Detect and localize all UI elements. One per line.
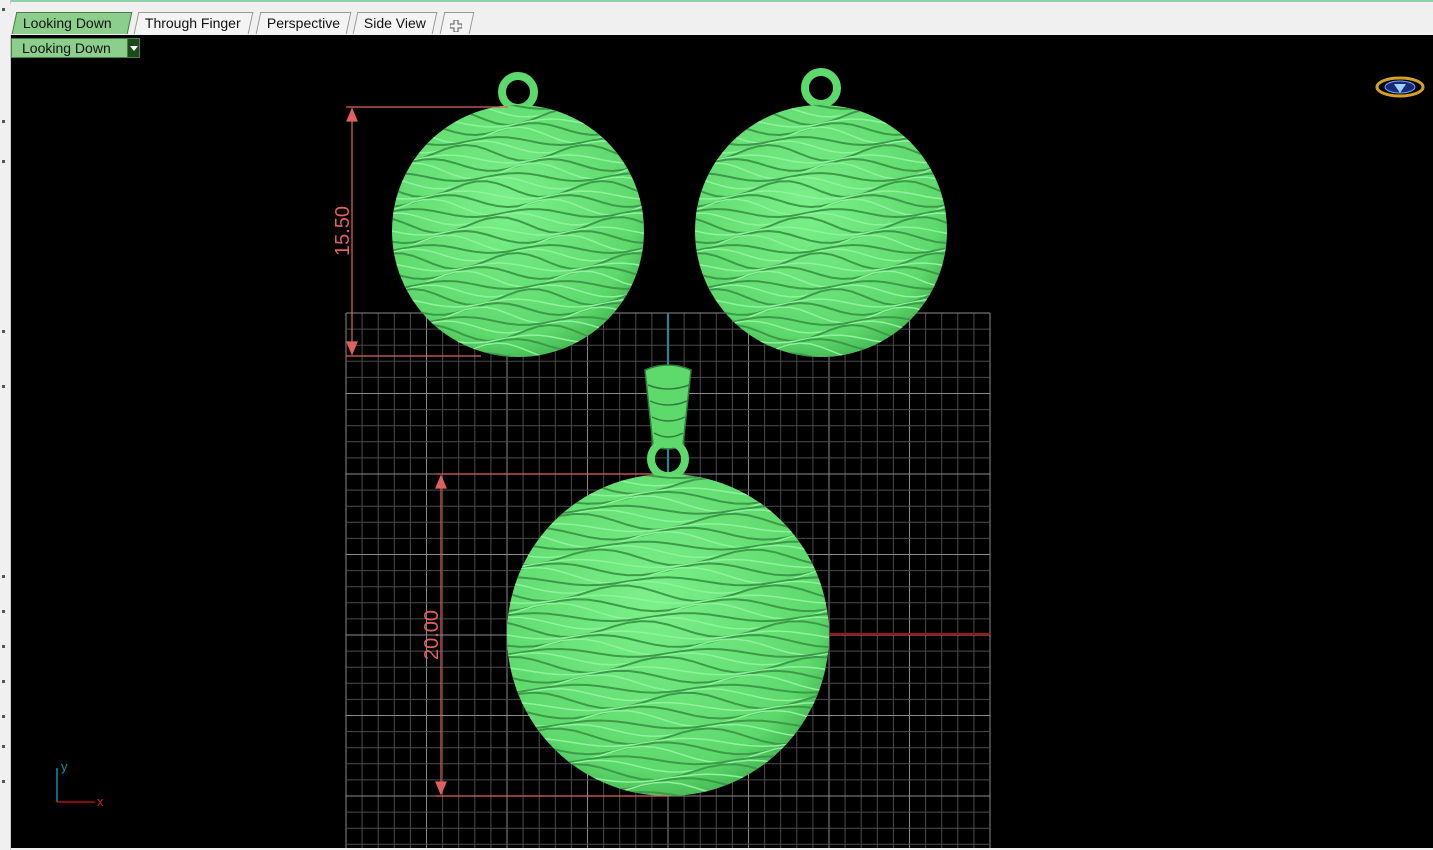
tab-label: Looking Down xyxy=(22,15,112,31)
tab-label: Through Finger xyxy=(144,15,241,31)
tab-perspective[interactable]: Perspective xyxy=(255,12,352,34)
3d-viewport[interactable]: 15.50 20.00 y x Looking Down xyxy=(11,35,1433,848)
window-top-border xyxy=(0,0,1433,2)
dimension-label-earring: 15.50 xyxy=(332,206,354,256)
tab-side-view[interactable]: Side View xyxy=(352,12,438,34)
axis-x-label: x xyxy=(97,794,104,809)
viewport-tab-bar: Looking Down Through Finger Perspective … xyxy=(10,4,1433,35)
viewport-name-dropdown[interactable]: Looking Down xyxy=(11,38,139,58)
tab-through-finger[interactable]: Through Finger xyxy=(133,12,254,34)
dimension-label-pendant: 20.00 xyxy=(421,610,443,660)
tab-label: Side View xyxy=(363,15,426,31)
tab-label: Perspective xyxy=(266,15,341,31)
left-toolbar-edge xyxy=(0,0,11,850)
chevron-down-icon[interactable] xyxy=(127,38,140,58)
plus-icon xyxy=(449,17,463,33)
orbit-navigator-icon[interactable] xyxy=(1375,76,1425,98)
tab-looking-down[interactable]: Looking Down xyxy=(11,12,133,34)
axis-y-label: y xyxy=(61,759,68,774)
viewport-name: Looking Down xyxy=(22,40,111,56)
axis-triad: y x xyxy=(56,759,104,809)
earring-left[interactable] xyxy=(392,72,644,361)
add-tab-button[interactable] xyxy=(439,12,475,34)
earring-right[interactable] xyxy=(695,68,947,361)
pendant-bail xyxy=(644,364,692,450)
scene-canvas[interactable]: 15.50 20.00 y x xyxy=(11,35,1433,848)
